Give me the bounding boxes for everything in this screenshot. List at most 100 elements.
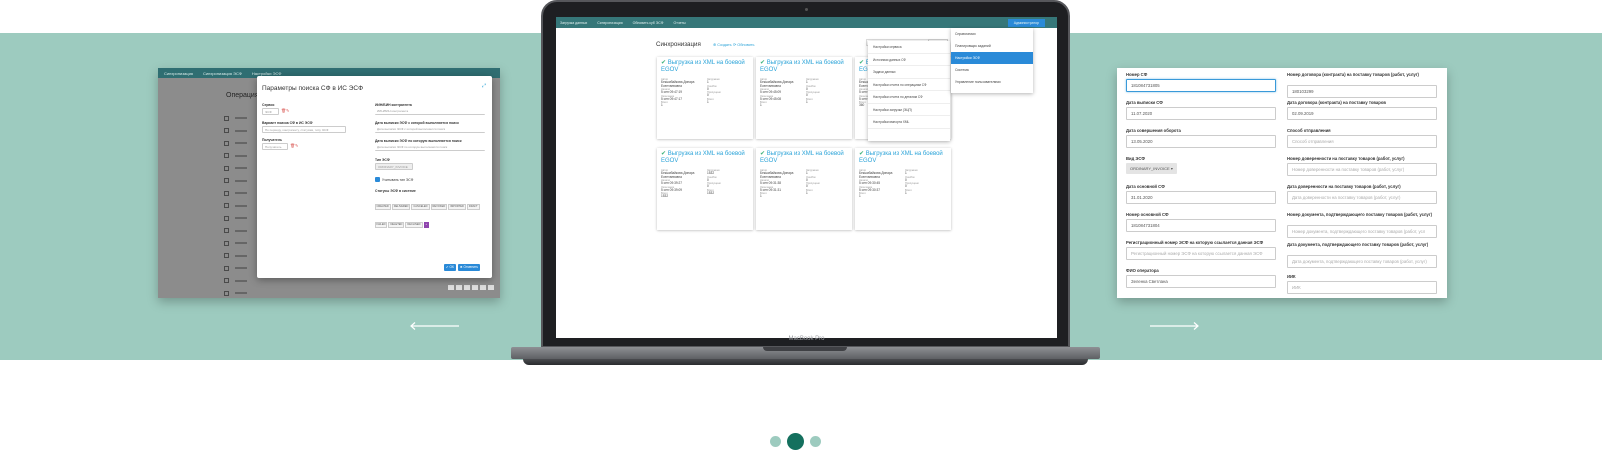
variant-label: Вариант поиска СФ в ИС ЭСФ xyxy=(262,121,313,125)
user-menu-item[interactable]: Планировщик заданий xyxy=(951,40,1033,52)
form-input[interactable]: Способ отправления xyxy=(1287,135,1437,148)
card-col-left: АвторБекшибайкова Динара ЕсентаевовнаНач… xyxy=(661,169,703,199)
card-col-right: Загружено 1 Ошибок 0 Пропущено 0 Всего 1 xyxy=(806,169,848,199)
form-input[interactable]: Регистрационный номер ЭСФ на которую ссы… xyxy=(1126,247,1276,260)
card-field-value: 1 xyxy=(661,103,663,108)
field-label: Номер доверенности на поставку товаров (… xyxy=(1287,156,1405,161)
card-title[interactable]: ✔ Выгрузка из XML на боевой EGOV xyxy=(661,151,749,164)
field-label: Дата документа, подтверждающего поставку… xyxy=(1287,242,1429,247)
arrow-left-icon[interactable] xyxy=(409,322,461,330)
expand-icon[interactable]: ⤢ xyxy=(482,83,486,89)
status-tag[interactable]: DRAFT xyxy=(466,203,480,210)
form-input[interactable]: 31.01.2020 xyxy=(1126,191,1276,204)
form-input[interactable]: 13.05.2020 xyxy=(1126,135,1276,148)
form-input[interactable]: 181084731804 xyxy=(1126,219,1276,232)
edit-icon[interactable]: ✎ xyxy=(286,108,289,113)
card-col-left: АвторБекшибайкова Динара ЕсентаевовнаНач… xyxy=(760,169,802,199)
iin-input[interactable]: ИИН/БИН контрагента xyxy=(375,108,485,115)
card-title-text: Выгрузка из XML на боевой EGOV xyxy=(760,60,844,73)
field-label: ИИК xyxy=(1287,274,1296,279)
settings-menu-item[interactable]: Настройки отчета по деталям СФ xyxy=(868,91,950,104)
status-tag[interactable]: DELIVERED xyxy=(391,203,411,210)
status-tag[interactable]: DELETED xyxy=(388,221,405,228)
variant-select[interactable]: По периоду, контрагенту, статусам, типу … xyxy=(262,126,346,133)
settings-menu-item[interactable]: Настройки импорта XML xyxy=(868,116,950,129)
sync-card[interactable]: ✔ Выгрузка из XML на боевой EGOV АвторБек… xyxy=(657,148,753,230)
nav-item-load[interactable]: Загрузка данных xyxy=(560,21,587,25)
status-tag[interactable]: FAILED xyxy=(374,221,388,228)
service-select[interactable]: ЭСФ xyxy=(262,108,279,115)
create-link[interactable]: ⊕ Создать xyxy=(713,42,732,47)
cancel-button[interactable]: ✖ Отменить xyxy=(458,264,481,271)
user-menu-item[interactable]: Система xyxy=(951,64,1033,76)
settings-menu-item[interactable]: Настройки загрузки (ЭЦП) xyxy=(868,104,950,116)
check-icon: ✔ xyxy=(661,151,668,157)
date-to-input[interactable]: Дата выписки ЭСФ по которую выполняется … xyxy=(375,144,485,151)
card-field-value: 1 xyxy=(707,99,709,104)
user-menu-item[interactable]: Управление пользователями xyxy=(951,76,1033,88)
settings-menu-item[interactable]: Настройки сервиса xyxy=(868,41,950,54)
form-input[interactable]: Зеленка Светлана xyxy=(1126,275,1276,288)
settings-menu-item[interactable]: Источники данных СФ xyxy=(868,54,950,66)
card-title[interactable]: ✔ Выгрузка из XML на боевой EGOV xyxy=(661,60,749,73)
sync-card[interactable]: ✔ Выгрузка из XML на боевой EGOV АвторБек… xyxy=(756,148,852,230)
settings-menu-item[interactable]: Настройки отчета по операциям СФ xyxy=(868,79,950,91)
status-tag[interactable]: DECLINED xyxy=(405,221,423,228)
date-from-input[interactable]: Дата выписки ЭСФ с которой выполняется п… xyxy=(375,126,485,133)
sync-card[interactable]: ✔ Выгрузка из XML на боевой EGOV АвторБек… xyxy=(756,57,852,139)
field-label: Дата договора (контракта) на поставку то… xyxy=(1287,100,1386,105)
iin-label: ИИН/БИН контрагента xyxy=(375,103,412,107)
edit-icon[interactable]: ✎ xyxy=(295,143,298,148)
left-nav-item[interactable]: Синхронизация xyxy=(164,71,193,76)
form-input[interactable]: Номер доверенности на поставку товаров (… xyxy=(1287,163,1437,176)
recipient-select[interactable]: Получатель xyxy=(262,143,288,150)
form-input[interactable]: 11.07.2020 xyxy=(1126,107,1276,120)
status-tag[interactable]: CANCELED xyxy=(411,203,430,210)
arrow-right-icon[interactable] xyxy=(1148,322,1200,330)
user-menu-button[interactable]: Администратор xyxy=(1007,18,1045,27)
card-title[interactable]: ✔ Выгрузка из XML на боевой EGOV xyxy=(859,151,947,164)
form-input[interactable]: Дата доверенности на поставку товаров (р… xyxy=(1287,191,1437,204)
left-nav-item[interactable]: Настройки ЭСФ xyxy=(252,71,282,76)
sync-card[interactable]: ✔ Выгрузка из XML на боевой EGOV АвторБек… xyxy=(657,57,753,139)
carousel-dot[interactable] xyxy=(787,433,804,450)
type-checkbox[interactable] xyxy=(375,177,380,182)
nav-item-reports[interactable]: Отчеты xyxy=(673,21,685,25)
form-input[interactable]: 180103299 xyxy=(1287,85,1437,98)
user-menu-item[interactable]: Настройки ЭСФ xyxy=(951,52,1033,64)
add-status-icon[interactable]: + xyxy=(423,221,430,228)
status-tags[interactable]: CREATED DELIVERED CANCELED REVOKED IMPORTED D… xyxy=(374,194,486,230)
form-input[interactable]: ИИК xyxy=(1287,281,1437,294)
settings-menu-item[interactable]: Задачи данных xyxy=(868,66,950,79)
type-select[interactable]: ORDINARY_INVOICE xyxy=(375,163,413,170)
nav-item-sync[interactable]: Синхронизация xyxy=(597,21,622,25)
card-title[interactable]: ✔ Выгрузка из XML на боевой EGOV xyxy=(760,151,848,164)
check-icon: ✔ xyxy=(760,60,767,66)
card-field-value: 1 xyxy=(905,190,907,195)
card-col-left: АвторБекшибайкова Динара ЕсентаевовнаНач… xyxy=(859,169,901,199)
form-input[interactable]: Дата документа, подтверждающего поставку… xyxy=(1287,255,1437,268)
field-label: Регистрационный номер ЭСФ на которую ссы… xyxy=(1126,240,1264,245)
status-tag[interactable]: IMPORTED xyxy=(448,203,466,210)
sync-card[interactable]: ✔ Выгрузка из XML на боевой EGOV АвторБек… xyxy=(855,148,951,230)
nav-item-cube[interactable]: Обновить куб ЭСФ xyxy=(633,21,664,25)
status-tag[interactable]: CREATED xyxy=(374,203,391,210)
form-input[interactable]: Номер документа, подтверждающего поставк… xyxy=(1287,225,1437,238)
status-tag[interactable]: REVOKED xyxy=(430,203,448,210)
user-menu-item[interactable]: Справочники xyxy=(951,28,1033,40)
esf-type-select[interactable]: ORDINARY_INVOICE ▾ xyxy=(1126,163,1177,174)
form-input[interactable]: 02.09.2019 xyxy=(1287,107,1437,120)
form-input[interactable]: 181084731805 xyxy=(1126,79,1276,92)
check-icon: ✔ xyxy=(859,151,866,157)
left-nav-item[interactable]: Синхронизация ЭСФ xyxy=(203,71,242,76)
field-label: Номер договора (контракта) на поставку т… xyxy=(1287,72,1419,77)
card-title[interactable]: ✔ Выгрузка из XML на боевой EGOV xyxy=(760,60,848,73)
ok-button[interactable]: ✔ ОК xyxy=(444,264,456,271)
card-title-text: Выгрузка из XML на боевой EGOV xyxy=(760,151,844,164)
field-label: Дата доверенности на поставку товаров (р… xyxy=(1287,184,1401,189)
pagination[interactable] xyxy=(448,285,494,290)
carousel-dot[interactable] xyxy=(770,436,781,447)
refresh-link[interactable]: ⟳ Обновить xyxy=(733,42,754,47)
carousel-dot[interactable] xyxy=(810,436,821,447)
check-icon: ✔ xyxy=(661,60,668,66)
